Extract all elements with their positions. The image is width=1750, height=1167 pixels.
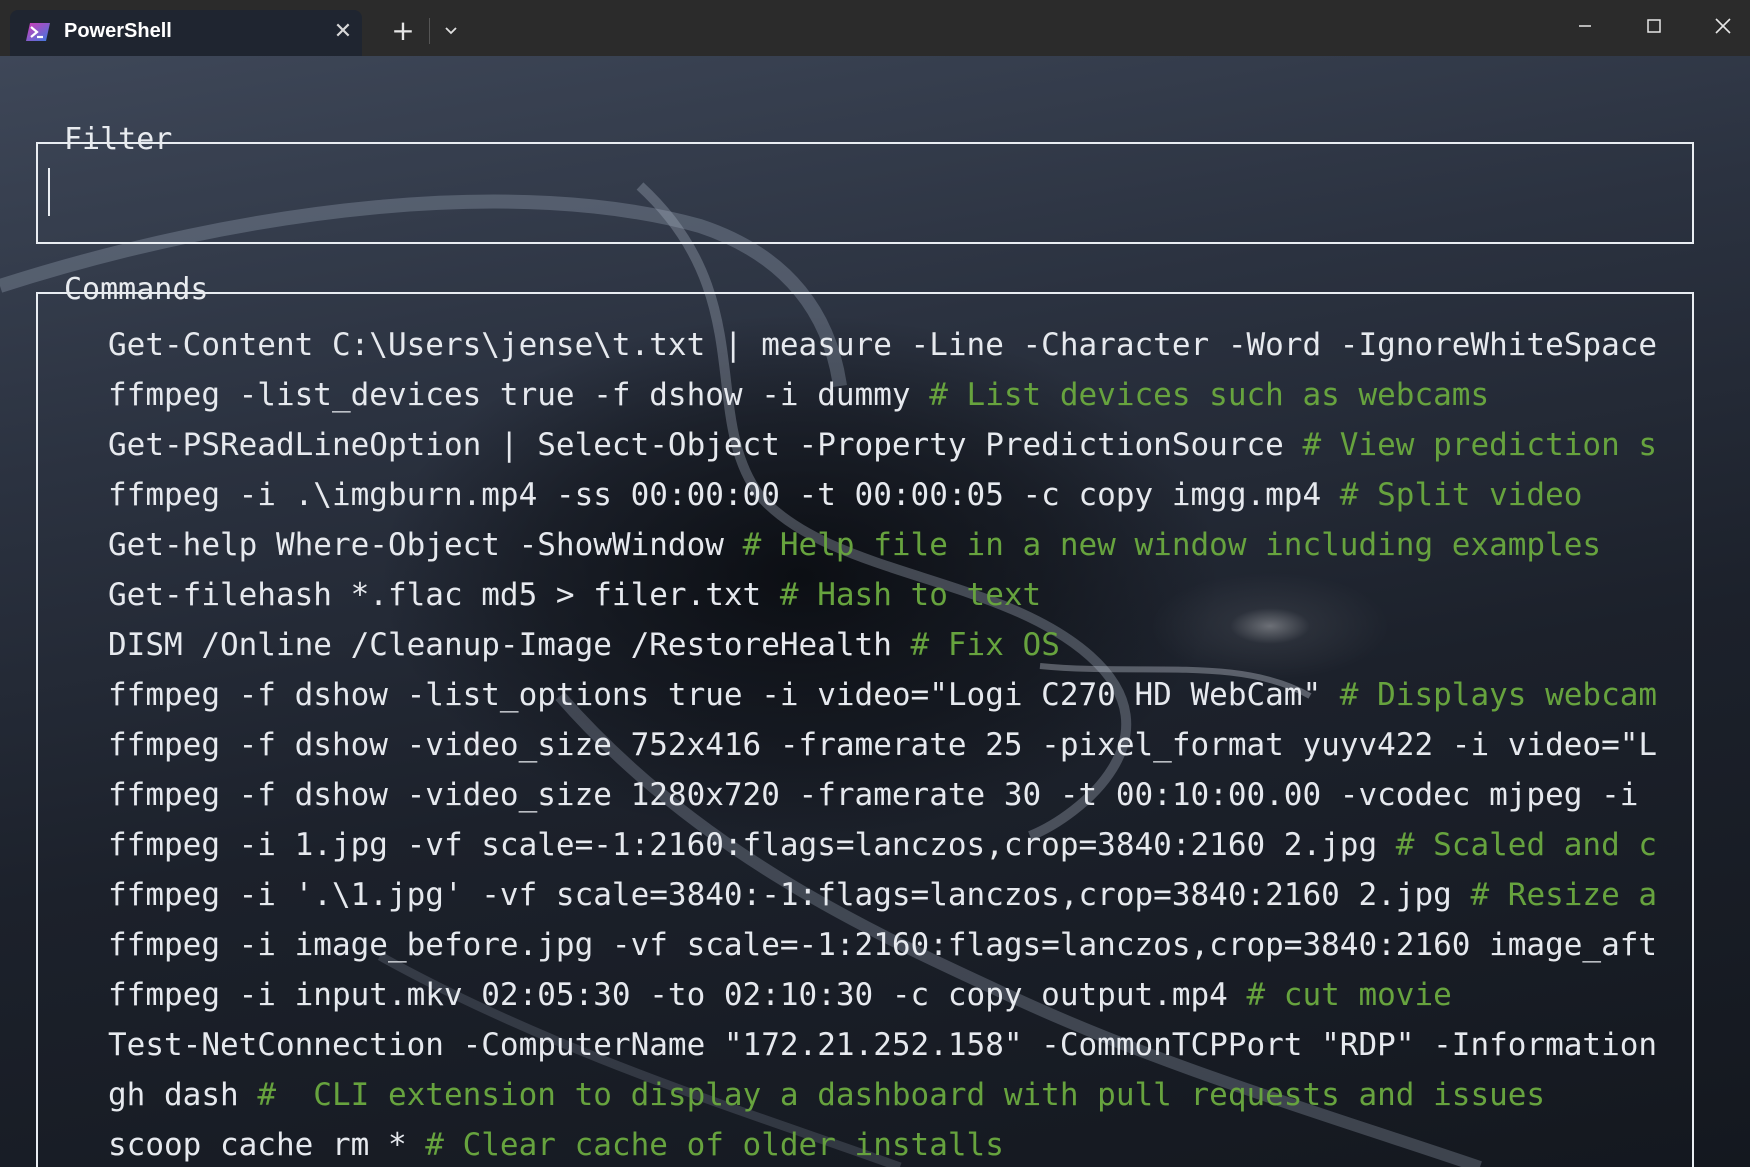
new-tab-button[interactable]: + — [386, 14, 420, 48]
commands-list: Get-Content C:\Users\jense\t.txt | measu… — [108, 320, 1718, 1167]
list-item[interactable]: ffmpeg -i '.\1.jpg' -vf scale=3840:-1:fl… — [108, 870, 1718, 920]
list-item[interactable]: ffmpeg -f dshow -video_size 1280x720 -fr… — [108, 770, 1718, 820]
list-item[interactable]: ffmpeg -f dshow -video_size 752x416 -fra… — [108, 720, 1718, 770]
maximize-icon[interactable] — [1622, 0, 1686, 52]
command-text: Test-NetConnection -ComputerName "172.21… — [108, 1027, 1658, 1063]
terminal-area[interactable]: Filter Commands Get-Content C:\Users\jen… — [0, 56, 1750, 1167]
commands-title: Commands — [64, 272, 209, 307]
commands-panel: Commands Get-Content C:\Users\jense\t.tx… — [36, 272, 1694, 1167]
powershell-icon — [26, 23, 50, 41]
list-item[interactable]: Get-filehash *.flac md5 > filer.txt # Ha… — [108, 570, 1718, 620]
list-item[interactable]: Get-help Where-Object -ShowWindow # Help… — [108, 520, 1718, 570]
list-item[interactable]: ffmpeg -f dshow -list_options true -i vi… — [108, 670, 1718, 720]
command-text: ffmpeg -i '.\1.jpg' -vf scale=3840:-1:fl… — [108, 877, 1471, 913]
minimize-icon[interactable] — [1553, 0, 1617, 52]
list-item[interactable]: ffmpeg -i input.mkv 02:05:30 -to 02:10:3… — [108, 970, 1718, 1020]
command-comment: # Hash to text — [779, 577, 1042, 613]
chevron-down-icon[interactable] — [436, 16, 466, 46]
close-window-icon[interactable] — [1690, 0, 1750, 52]
list-item[interactable]: Get-Content C:\Users\jense\t.txt | measu… — [108, 320, 1718, 370]
command-comment: # Clear cache of older installs — [425, 1127, 1004, 1163]
command-text: gh dash — [108, 1077, 258, 1113]
command-comment: # CLI extension to display a dashboard w… — [257, 1077, 1546, 1113]
list-item[interactable]: ffmpeg -i 1.jpg -vf scale=-1:2160:flags=… — [108, 820, 1718, 870]
command-comment: # List devices such as webcams — [929, 377, 1490, 413]
command-text: ffmpeg -i input.mkv 02:05:30 -to 02:10:3… — [108, 977, 1247, 1013]
command-comment: # cut movie — [1246, 977, 1452, 1013]
tab-powershell[interactable]: PowerShell ✕ — [10, 10, 362, 56]
command-text: ffmpeg -list_devices true -f dshow -i du… — [108, 377, 930, 413]
filter-input-cursor[interactable] — [48, 168, 50, 216]
command-text: ffmpeg -i image_before.jpg -vf scale=-1:… — [108, 927, 1658, 963]
close-tab-icon[interactable]: ✕ — [328, 17, 358, 47]
command-comment: # Displays webcam — [1339, 677, 1658, 713]
command-text: ffmpeg -f dshow -video_size 752x416 -fra… — [108, 727, 1658, 763]
command-text: Get-PSReadLineOption | Select-Object -Pr… — [108, 427, 1303, 463]
list-item[interactable]: scoop cache rm * # Clear cache of older … — [108, 1120, 1718, 1167]
command-text: Get-filehash *.flac md5 > filer.txt — [108, 577, 780, 613]
filter-panel: Filter — [36, 122, 1694, 244]
title-bar: PowerShell ✕ + — [0, 0, 1750, 56]
command-comment: # Resize a — [1470, 877, 1658, 913]
list-item[interactable]: ffmpeg -i .\imgburn.mp4 -ss 00:00:00 -t … — [108, 470, 1718, 520]
command-text: Get-Content C:\Users\jense\t.txt | measu… — [108, 327, 1658, 363]
tab-separator — [429, 18, 430, 44]
command-comment: # Scaled and c — [1395, 827, 1658, 863]
command-comment: # View prediction s — [1302, 427, 1658, 463]
command-text: ffmpeg -f dshow -list_options true -i vi… — [108, 677, 1340, 713]
terminal-window: PowerShell ✕ + Filter Commands Get-Conte… — [0, 0, 1750, 1167]
command-text: Get-help Where-Object -ShowWindow — [108, 527, 743, 563]
list-item[interactable]: Test-NetConnection -ComputerName "172.21… — [108, 1020, 1718, 1070]
list-item[interactable]: ffmpeg -i image_before.jpg -vf scale=-1:… — [108, 920, 1718, 970]
command-text: ffmpeg -i .\imgburn.mp4 -ss 00:00:00 -t … — [108, 477, 1340, 513]
command-comment: # Split video — [1339, 477, 1583, 513]
list-item[interactable]: gh dash # CLI extension to display a das… — [108, 1070, 1718, 1120]
command-comment: # Fix OS — [910, 627, 1060, 663]
filter-title: Filter — [64, 122, 173, 157]
command-text: ffmpeg -f dshow -video_size 1280x720 -fr… — [108, 777, 1658, 813]
command-text: DISM /Online /Cleanup-Image /RestoreHeal… — [108, 627, 911, 663]
list-item[interactable]: Get-PSReadLineOption | Select-Object -Pr… — [108, 420, 1718, 470]
command-comment: # Help file in a new window including ex… — [742, 527, 1602, 563]
list-item[interactable]: DISM /Online /Cleanup-Image /RestoreHeal… — [108, 620, 1718, 670]
list-item[interactable]: ffmpeg -list_devices true -f dshow -i du… — [108, 370, 1718, 420]
tab-title: PowerShell — [64, 20, 172, 42]
command-text: scoop cache rm * — [108, 1127, 426, 1163]
command-text: ffmpeg -i 1.jpg -vf scale=-1:2160:flags=… — [108, 827, 1396, 863]
